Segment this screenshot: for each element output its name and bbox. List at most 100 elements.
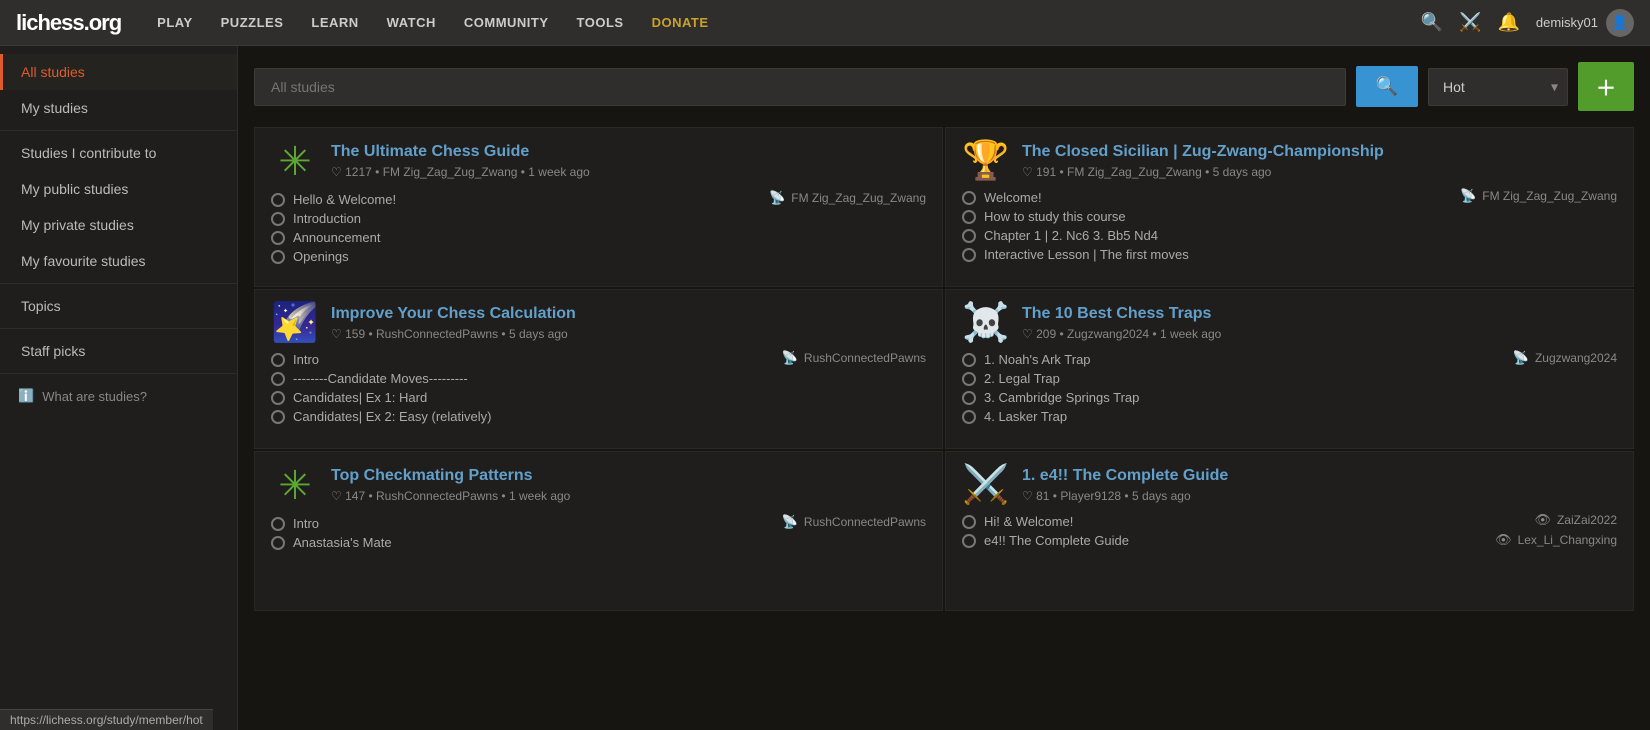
contributor-entry: 📡 Zugzwang2024 [1513,350,1617,366]
study-title[interactable]: Top Checkmating Patterns [331,467,533,484]
study-meta: ♡ 159 • RushConnectedPawns • 5 days ago [331,327,576,341]
chapter-circle-icon [271,410,285,424]
logo[interactable]: lichess.org [16,10,121,36]
study-info: The Ultimate Chess Guide ♡ 1217 • FM Zig… [331,142,590,179]
chapter-circle-icon [271,250,285,264]
study-card-closed-sicilian[interactable]: 🏆 The Closed Sicilian | Zug-Zwang-Champi… [945,127,1634,287]
sidebar-item-private[interactable]: My private studies [0,207,237,243]
search-icon[interactable]: 🔍 [1421,12,1443,33]
nav-donate[interactable]: DONATE [640,9,721,36]
study-info: Top Checkmating Patterns ♡ 147 • RushCon… [331,466,570,503]
nav-tools[interactable]: TOOLS [565,9,636,36]
study-header: ✳ Top Checkmating Patterns ♡ 147 • RushC… [271,466,926,506]
contributors-col: 📡 FM Zig_Zag_Zug_Zwang [766,190,926,206]
sidebar-info-studies[interactable]: ℹ️ What are studies? [0,378,237,414]
nav-puzzles[interactable]: PUZZLES [209,9,296,36]
study-card-e4-guide[interactable]: ⚔️ 1. e4!! The Complete Guide ♡ 81 • Pla… [945,451,1634,611]
contributor-broadcast-icon: 📡 [782,514,798,530]
heart-icon: ♡ [1022,489,1033,503]
study-bottom: Hello & Welcome! Introduction Announceme… [271,190,926,266]
chapter-circle-icon [962,391,976,405]
user-menu[interactable]: demisky01 👤 [1536,9,1634,37]
contributor-entry-2: 👁 Lex_Li_Changxing [1495,532,1617,548]
study-meta: ♡ 1217 • FM Zig_Zag_Zug_Zwang • 1 week a… [331,165,590,179]
search-input-wrapper [254,68,1346,106]
table-row: Introduction [271,209,766,228]
table-row: 4. Lasker Trap [962,407,1457,426]
new-study-button[interactable]: ＋ [1578,62,1634,111]
study-card-improve-calculation[interactable]: 🌠 Improve Your Chess Calculation ♡ 159 •… [254,289,943,449]
url-bar: https://lichess.org/study/member/hot [0,709,213,730]
study-bottom: Welcome! How to study this course Chapte… [962,188,1617,264]
table-row: Openings [271,247,766,266]
chapter-circle-icon [962,515,976,529]
study-title[interactable]: The 10 Best Chess Traps [1022,305,1211,322]
heart-icon: ♡ [331,489,342,503]
nav-learn[interactable]: LEARN [299,9,370,36]
study-header: ⚔️ 1. e4!! The Complete Guide ♡ 81 • Pla… [962,466,1617,504]
heart-icon: ♡ [331,327,342,341]
sidebar-item-all-studies[interactable]: All studies [0,54,237,90]
table-row: 3. Cambridge Springs Trap [962,388,1457,407]
study-title[interactable]: 1. e4!! The Complete Guide [1022,467,1228,484]
contributor-entry: 📡 RushConnectedPawns [782,350,926,366]
search-button[interactable]: 🔍 [1356,66,1418,107]
chapter-circle-icon [271,231,285,245]
study-card-chess-traps[interactable]: ☠️ The 10 Best Chess Traps ♡ 209 • Zugzw… [945,289,1634,449]
study-icon-swords: ⚔️ [962,466,1010,504]
nav-watch[interactable]: WATCH [375,9,448,36]
study-bottom: Hi! & Welcome! e4!! The Complete Guide 👁… [962,512,1617,550]
chapter-circle-icon [271,391,285,405]
chapter-circle-icon [271,517,285,531]
table-row: Candidates| Ex 2: Easy (relatively) [271,407,766,426]
nav-play[interactable]: PLAY [145,9,204,36]
study-author: Zugzwang2024 [1067,327,1149,341]
study-title[interactable]: The Ultimate Chess Guide [331,143,529,160]
study-time: 1 week ago [509,489,570,503]
study-bottom: Intro --------Candidate Moves--------- C… [271,350,926,426]
study-card-checkmating-patterns[interactable]: ✳ Top Checkmating Patterns ♡ 147 • RushC… [254,451,943,611]
avatar: 👤 [1606,9,1634,37]
study-header: 🏆 The Closed Sicilian | Zug-Zwang-Champi… [962,142,1617,180]
contributor-entry: 📡 RushConnectedPawns [782,514,926,530]
table-row: e4!! The Complete Guide [962,531,1457,550]
sidebar-item-topics[interactable]: Topics [0,288,237,324]
sidebar-item-staff-picks[interactable]: Staff picks [0,333,237,369]
chapter-circle-icon [271,372,285,386]
search-input[interactable] [254,68,1346,106]
sidebar-item-my-studies[interactable]: My studies [0,90,237,126]
chapters-list: Intro --------Candidate Moves--------- C… [271,350,766,426]
chapter-circle-icon [962,353,976,367]
study-meta: ♡ 209 • Zugzwang2024 • 1 week ago [1022,327,1221,341]
sidebar-divider-4 [0,373,237,374]
table-row: How to study this course [962,207,1457,226]
sidebar-item-public[interactable]: My public studies [0,171,237,207]
contributor-broadcast-icon: 📡 [1460,188,1476,204]
sidebar-item-contribute[interactable]: Studies I contribute to [0,135,237,171]
sort-select[interactable]: Hot Newest Oldest Updated Popular [1428,68,1568,106]
study-title[interactable]: The Closed Sicilian | Zug-Zwang-Champion… [1022,143,1384,160]
sidebar-item-favourite[interactable]: My favourite studies [0,243,237,279]
study-time: 5 days ago [1132,489,1191,503]
contributor-entry: 📡 FM Zig_Zag_Zug_Zwang [769,190,926,206]
table-row: Hi! & Welcome! [962,512,1457,531]
nav-community[interactable]: COMMUNITY [452,9,561,36]
like-count: 159 [345,327,365,341]
study-card-ultimate-chess-guide[interactable]: ✳ The Ultimate Chess Guide ♡ 1217 • FM Z… [254,127,943,287]
sidebar-divider-3 [0,328,237,329]
studies-grid: ✳ The Ultimate Chess Guide ♡ 1217 • FM Z… [254,127,1634,611]
study-title[interactable]: Improve Your Chess Calculation [331,305,576,322]
table-row: Hello & Welcome! [271,190,766,209]
bell-icon[interactable]: 🔔 [1497,12,1519,33]
study-icon-asterisk: ✳ [271,142,319,182]
content-area: 🔍 Hot Newest Oldest Updated Popular ＋ [238,46,1650,730]
table-row: Intro [271,350,766,369]
crossed-swords-icon[interactable]: ⚔️ [1459,12,1481,33]
table-row: Intro [271,514,766,533]
sidebar-divider-1 [0,130,237,131]
chapter-circle-icon [962,534,976,548]
contributor-broadcast-icon: 📡 [1513,350,1529,366]
study-icon-trophy: 🏆 [962,142,1010,180]
table-row: Interactive Lesson | The first moves [962,245,1457,264]
chapters-list: Welcome! How to study this course Chapte… [962,188,1457,264]
